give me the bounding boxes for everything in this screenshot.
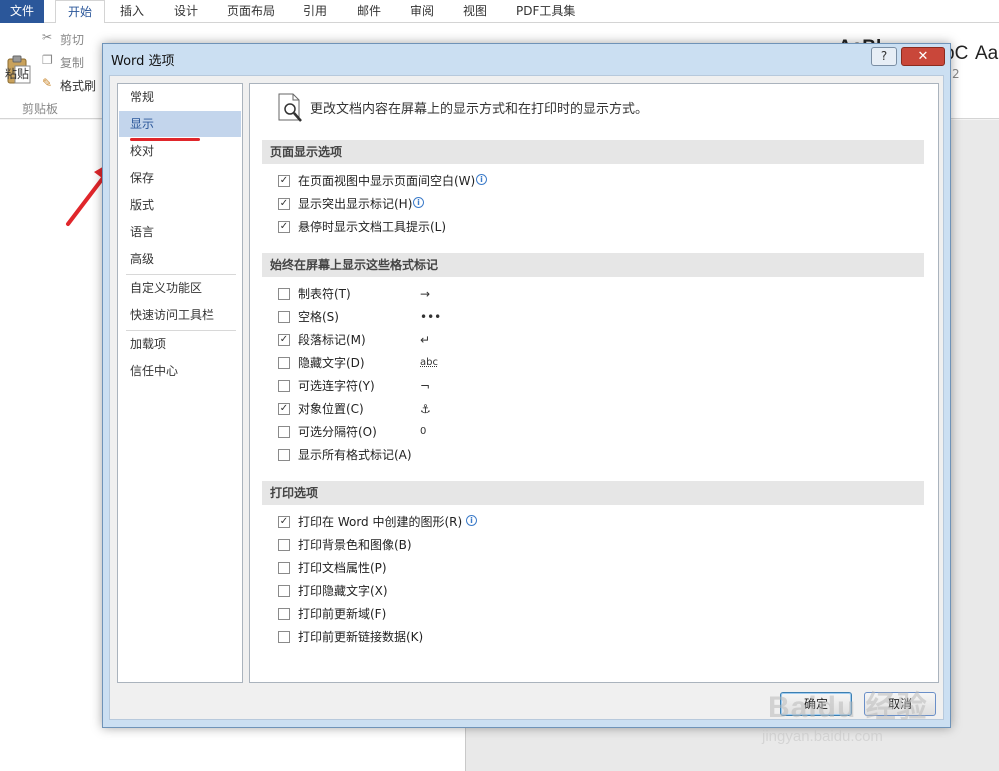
intro-description: 更改文档内容在屏幕上的显示方式和在打印时的显示方式。 xyxy=(310,102,649,117)
option-label: 隐藏文字(D) xyxy=(298,356,365,370)
info-icon: i xyxy=(466,515,477,526)
tab-page-layout[interactable]: 页面布局 xyxy=(227,0,275,23)
nav-item-save[interactable]: 保存 xyxy=(119,165,241,191)
section-page-display: 页面显示选项 xyxy=(262,140,924,164)
nav-item-language[interactable]: 语言 xyxy=(119,219,241,245)
optional-break-mark-icon: 0 xyxy=(420,426,427,437)
info-icon: i xyxy=(476,174,487,185)
section-format-marks: 始终在屏幕上显示这些格式标记 xyxy=(262,253,924,277)
checkbox[interactable]: ✓ xyxy=(278,221,290,233)
document-magnifier-icon xyxy=(278,93,302,122)
clipboard-group-label: 剪贴板 xyxy=(22,102,59,116)
tab-pdf-tools[interactable]: PDF工具集 xyxy=(516,0,575,23)
checkbox[interactable] xyxy=(278,426,290,438)
option-label: 悬停时显示文档工具提示(L) xyxy=(298,220,447,234)
option-label: 制表符(T) xyxy=(298,287,351,301)
style-number: 2 xyxy=(952,67,960,81)
dialog-title: Word 选项 xyxy=(111,54,175,69)
checkbox[interactable]: ✓ xyxy=(278,198,290,210)
tab-view[interactable]: 视图 xyxy=(463,0,487,23)
option-label: 打印前更新链接数据(K) xyxy=(298,630,424,644)
hidden-text-mark-icon: abc xyxy=(420,357,438,368)
style-sample-4[interactable]: Aa xyxy=(975,43,998,65)
info-icon: i xyxy=(413,197,424,208)
checkbox[interactable] xyxy=(278,539,290,551)
tab-mailings[interactable]: 邮件 xyxy=(357,0,381,23)
option-label: 显示突出显示标记(H) xyxy=(298,197,413,211)
checkbox[interactable] xyxy=(278,562,290,574)
tab-home[interactable]: 开始 xyxy=(55,0,105,24)
nav-item-add-ins[interactable]: 加载项 xyxy=(119,331,241,357)
option-label: 段落标记(M) xyxy=(298,333,366,347)
display-options-panel: 更改文档内容在屏幕上的显示方式和在打印时的显示方式。 页面显示选项 ✓ 在页面视… xyxy=(249,83,939,683)
help-button[interactable]: ? xyxy=(871,47,897,66)
tab-file[interactable]: 文件 xyxy=(0,0,44,23)
dialog-body: 常规 显示 校对 保存 版式 语言 高级 自定义功能区 快速访问工具栏 加载项 … xyxy=(109,75,944,720)
close-button[interactable]: ✕ xyxy=(901,47,945,66)
cut-icon[interactable]: ✂ xyxy=(42,30,52,44)
checkbox[interactable]: ✓ xyxy=(278,516,290,528)
paste-button[interactable]: 粘贴 xyxy=(5,65,29,82)
checkbox[interactable] xyxy=(278,631,290,643)
checkbox[interactable] xyxy=(278,585,290,597)
copy-icon[interactable]: ❐ xyxy=(42,53,53,67)
cut-button[interactable]: 剪切 xyxy=(60,31,84,48)
checkbox[interactable]: ✓ xyxy=(278,175,290,187)
option-label: 空格(S) xyxy=(298,310,339,324)
format-painter-button[interactable]: 格式刷 xyxy=(60,77,96,94)
nav-item-general[interactable]: 常规 xyxy=(119,84,241,110)
copy-button[interactable]: 复制 xyxy=(60,54,84,71)
option-label: 可选分隔符(O) xyxy=(298,425,377,439)
anchor-icon: ⚓ xyxy=(420,402,431,416)
checkbox[interactable]: ✓ xyxy=(278,334,290,346)
option-label: 对象位置(C) xyxy=(298,402,364,416)
option-label: 显示所有格式标记(A) xyxy=(298,448,412,462)
option-label: 在页面视图中显示页面间空白(W) xyxy=(298,174,476,188)
option-label: 打印前更新域(F) xyxy=(298,607,387,621)
ribbon-tab-bar: 文件 开始 插入 设计 页面布局 引用 邮件 审阅 视图 PDF工具集 xyxy=(0,0,999,24)
nav-item-typography[interactable]: 版式 xyxy=(119,192,241,218)
tab-design[interactable]: 设计 xyxy=(174,0,198,23)
checkbox[interactable] xyxy=(278,311,290,323)
option-label: 打印在 Word 中创建的图形(R) xyxy=(298,515,463,529)
tab-references[interactable]: 引用 xyxy=(303,0,327,23)
paragraph-mark-icon: ↵ xyxy=(420,333,431,347)
nav-item-proofing[interactable]: 校对 xyxy=(119,138,241,164)
nav-item-display[interactable]: 显示 xyxy=(119,111,241,137)
space-mark-icon: ••• xyxy=(420,310,442,324)
nav-item-quick-access-toolbar[interactable]: 快速访问工具栏 xyxy=(119,302,241,328)
section-print-options: 打印选项 xyxy=(262,481,924,505)
nav-item-trust-center[interactable]: 信任中心 xyxy=(119,358,241,384)
checkbox[interactable] xyxy=(278,357,290,369)
watermark-url: jingyan.baidu.com xyxy=(762,728,883,745)
word-options-dialog: Word 选项 ? ✕ 常规 显示 校对 保存 版式 语言 高级 自定义功能区 … xyxy=(102,43,951,728)
option-label: 打印背景色和图像(B) xyxy=(298,538,412,552)
checkbox[interactable] xyxy=(278,380,290,392)
option-label: 打印文档属性(P) xyxy=(298,561,387,575)
watermark-logo: Baidu 经验 xyxy=(768,691,928,724)
checkbox[interactable]: ✓ xyxy=(278,403,290,415)
nav-item-customize-ribbon[interactable]: 自定义功能区 xyxy=(119,275,241,301)
nav-item-advanced[interactable]: 高级 xyxy=(119,246,241,272)
tab-review[interactable]: 审阅 xyxy=(410,0,434,23)
checkbox[interactable] xyxy=(278,288,290,300)
option-label: 打印隐藏文字(X) xyxy=(298,584,388,598)
hyphen-mark-icon: ¬ xyxy=(420,379,431,393)
tab-mark-icon: → xyxy=(420,287,431,301)
checkbox[interactable] xyxy=(278,608,290,620)
tab-insert[interactable]: 插入 xyxy=(120,0,144,23)
checkbox[interactable] xyxy=(278,449,290,461)
option-label: 可选连字符(Y) xyxy=(298,379,375,393)
baidu-watermark: Baidu 经验 jingyan.baidu.com xyxy=(760,660,960,760)
options-nav: 常规 显示 校对 保存 版式 语言 高级 自定义功能区 快速访问工具栏 加载项 … xyxy=(117,83,243,683)
format-painter-icon[interactable]: ✎ xyxy=(42,76,52,90)
